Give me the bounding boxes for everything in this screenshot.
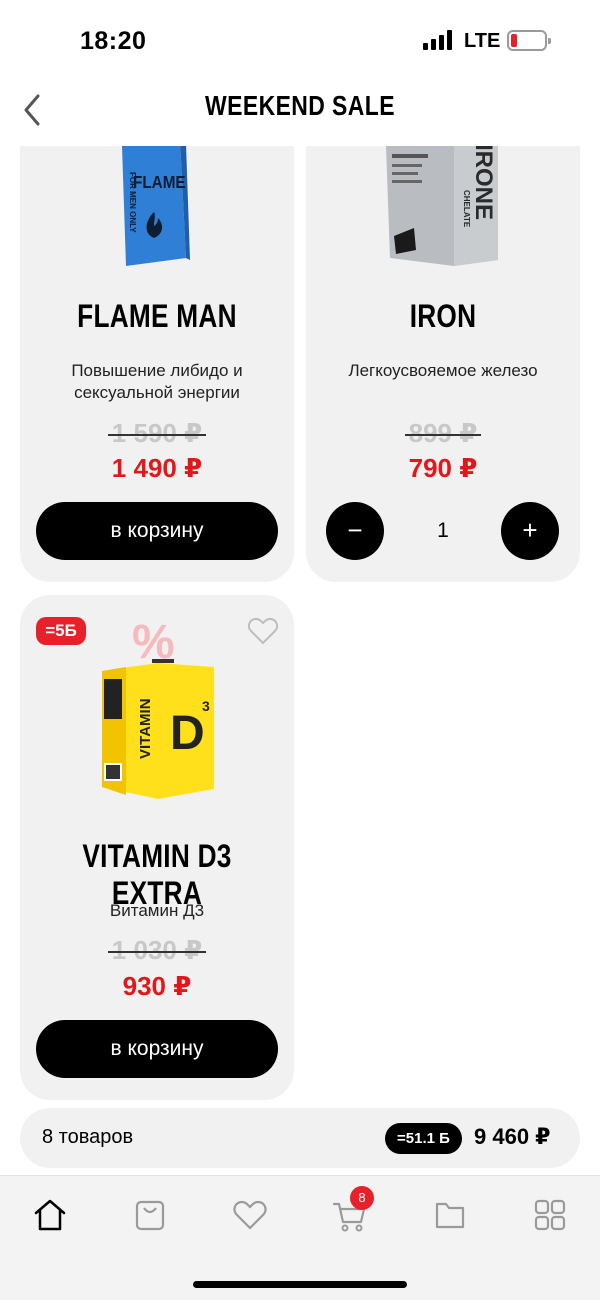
network-label: LTE [464,30,501,52]
page-title: WEEKEND SALE [205,90,395,121]
tab-shop[interactable] [132,1198,168,1232]
add-to-cart-button[interactable]: в корзину [36,1020,278,1078]
bag-icon [135,1200,165,1231]
bonus-points-badge: =51.1 Б [385,1123,462,1154]
sale-price: 1 490 ₽ [111,453,203,483]
sale-price: 930 ₽ [122,971,192,1001]
header: WEEKEND SALE [0,70,600,146]
package-superscript: 3 [202,698,210,714]
product-card-vitamin-d3[interactable]: =5Б % VITAMIN D 3 VITAMIN D3 EXTRA Витам… [20,595,294,1100]
old-price: 1 030 ₽ [107,935,207,965]
product-description: Повышение либидо и сексуальной энергии [71,361,243,402]
package-label: VITAMIN [137,698,154,759]
package-label: IRONE [470,144,497,220]
cart-total: 9 460 ₽ [474,1124,551,1149]
grid-icon [534,1199,566,1231]
tab-catalog[interactable] [432,1198,468,1232]
product-card-iron[interactable]: IRONE CHELATE IRON Легкоусвояемое железо… [306,120,580,582]
tab-menu[interactable] [532,1198,568,1232]
home-indicator [193,1281,407,1288]
tab-favorites[interactable] [232,1198,268,1232]
product-description: Легкоусвояемое железо [348,361,538,380]
status-time: 18:20 [80,27,147,55]
product-image-iron[interactable]: IRONE CHELATE [384,140,504,266]
folder-icon [435,1202,465,1229]
signal-icon [423,30,453,50]
home-icon [34,1199,66,1231]
cart-count-badge: 8 [350,1186,374,1210]
product-card-flame-man[interactable]: FLAME FOR MEN ONLY FLAME MAN Повышение л… [20,120,294,582]
product-image-vitamin-d3[interactable]: VITAMIN D 3 [98,659,218,803]
package-sub-label: CHELATE [462,190,471,228]
heart-icon [233,1200,267,1230]
cart-item-count: 8 товаров [42,1126,134,1148]
heart-icon[interactable] [248,617,278,645]
product-image-flame-man[interactable]: FLAME FOR MEN ONLY [116,140,190,268]
tab-cart[interactable]: 8 [332,1186,374,1232]
package-side-label: FOR MEN ONLY [128,172,137,233]
product-name[interactable]: IRON [331,298,556,335]
product-name[interactable]: FLAME MAN [45,298,270,335]
sale-price: 790 ₽ [408,453,478,483]
battery-icon [507,30,551,51]
old-price: 1 590 ₽ [107,418,207,448]
package-big-letter: D [170,707,205,760]
cart-summary-bar[interactable]: 8 товаров =51.1 Б 9 460 ₽ [20,1108,580,1168]
product-description: Витамин Д3 [109,901,205,920]
bonus-badge: =5Б [36,617,86,645]
status-bar: 18:20 LTE [0,0,600,80]
quantity-increase-button[interactable]: + [501,502,559,560]
package-label: FLAME [133,172,186,192]
chevron-left-icon[interactable] [18,90,50,130]
tab-home[interactable] [32,1198,68,1232]
add-to-cart-button[interactable]: в корзину [36,502,278,560]
old-price: 899 ₽ [404,418,482,448]
